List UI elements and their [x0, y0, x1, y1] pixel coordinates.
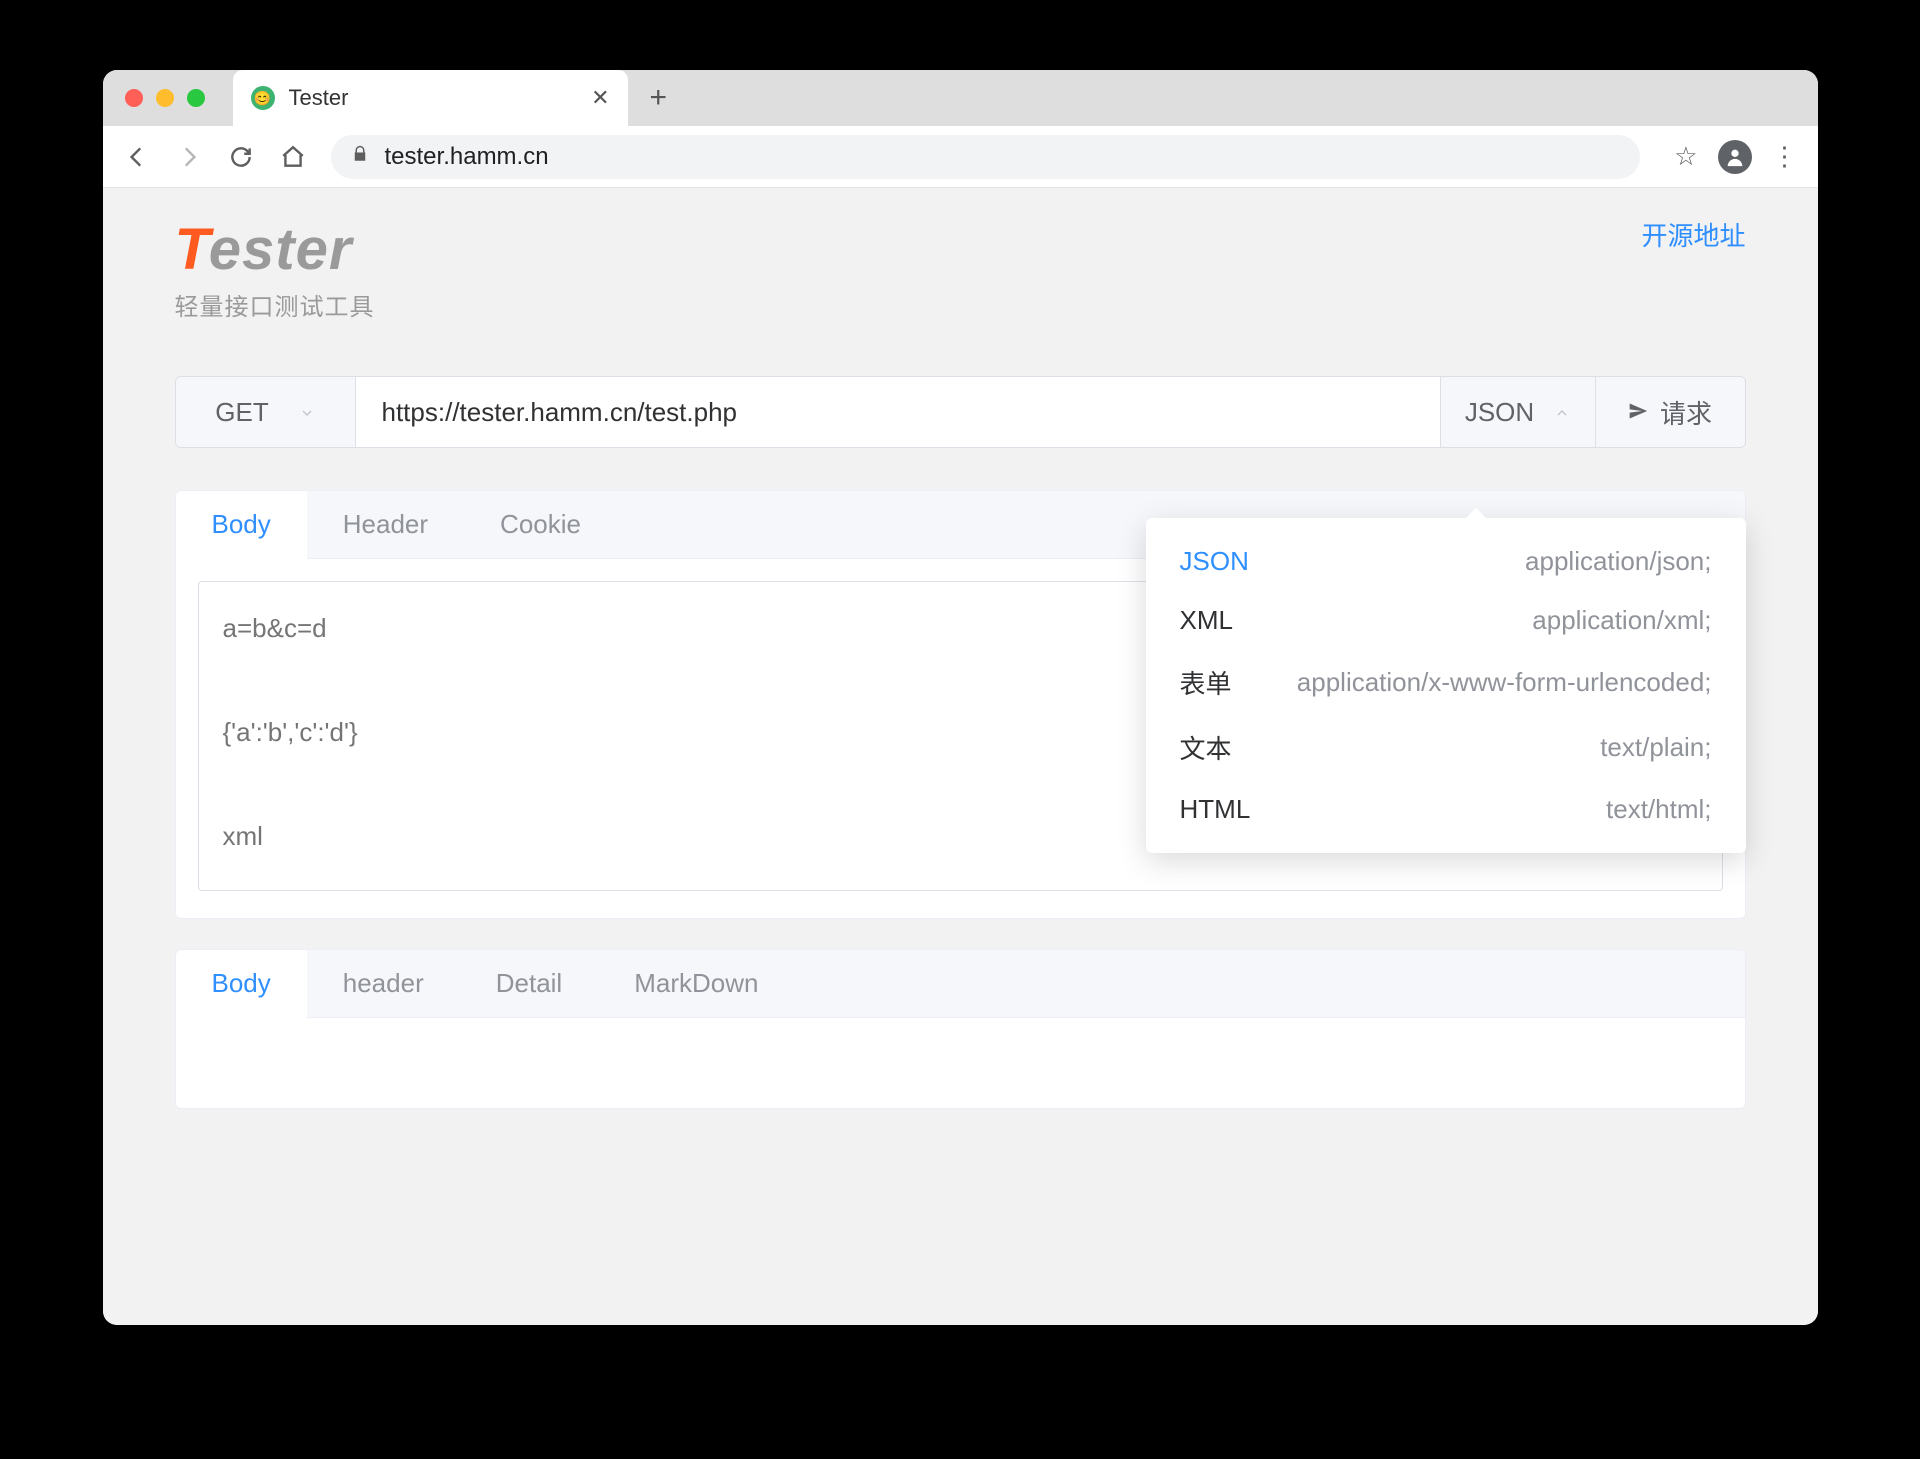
dropdown-item-form[interactable]: 表单 application/x-www-form-urlencoded; [1146, 650, 1746, 715]
send-icon [1628, 397, 1648, 428]
tab-favicon-icon: 😊 [251, 86, 275, 110]
response-tabs: Body header Detail MarkDown [176, 950, 1745, 1018]
logo-rest: ester [209, 217, 353, 282]
forward-button[interactable] [175, 143, 203, 171]
send-label: 请求 [1660, 394, 1712, 431]
back-button[interactable] [123, 143, 151, 171]
new-tab-button[interactable]: + [650, 81, 668, 115]
lock-icon [351, 145, 369, 168]
page-content: Tester 轻量接口测试工具 开源地址 GET JSON [103, 188, 1818, 1325]
send-request-button[interactable]: 请求 [1595, 377, 1745, 447]
browser-window: 😊 Tester ✕ + tester.hamm.cn ☆ [103, 70, 1818, 1325]
address-bar: tester.hamm.cn ☆ ⋮ [103, 126, 1818, 188]
method-select[interactable]: GET [176, 377, 356, 447]
close-window-button[interactable] [125, 89, 143, 107]
tab-cookie[interactable]: Cookie [464, 491, 617, 559]
minimize-window-button[interactable] [156, 89, 174, 107]
app-logo: Tester 轻量接口测试工具 [175, 216, 375, 322]
resp-tab-markdown[interactable]: MarkDown [598, 950, 794, 1018]
resp-tab-detail[interactable]: Detail [460, 950, 598, 1018]
browser-tab[interactable]: 😊 Tester ✕ [233, 70, 628, 126]
content-type-dropdown: JSON application/json; XML application/x… [1146, 518, 1746, 853]
title-bar: 😊 Tester ✕ + [103, 70, 1818, 126]
tab-header[interactable]: Header [307, 491, 464, 559]
logo-subtitle: 轻量接口测试工具 [175, 287, 375, 322]
content-type-select[interactable]: JSON [1440, 377, 1595, 447]
dropdown-item-html[interactable]: HTML text/html; [1146, 780, 1746, 839]
logo-first-letter: T [175, 217, 209, 282]
url-field[interactable]: tester.hamm.cn [331, 135, 1641, 179]
browser-menu-icon[interactable]: ⋮ [1772, 141, 1798, 172]
dropdown-item-text[interactable]: 文本 text/plain; [1146, 715, 1746, 780]
request-url-input[interactable] [356, 377, 1440, 447]
content-type-value: JSON [1465, 397, 1534, 428]
request-bar: GET JSON 请求 [175, 376, 1746, 448]
response-panel: Body header Detail MarkDown [175, 949, 1746, 1109]
chevron-up-icon [1554, 397, 1570, 428]
profile-avatar[interactable] [1718, 140, 1752, 174]
dropdown-item-xml[interactable]: XML application/xml; [1146, 591, 1746, 650]
resp-tab-header[interactable]: header [307, 950, 460, 1018]
method-value: GET [215, 397, 268, 428]
close-tab-icon[interactable]: ✕ [591, 85, 609, 111]
maximize-window-button[interactable] [187, 89, 205, 107]
dropdown-item-json[interactable]: JSON application/json; [1146, 532, 1746, 591]
bookmark-icon[interactable]: ☆ [1674, 141, 1697, 172]
chevron-down-icon [299, 397, 315, 428]
resp-tab-body[interactable]: Body [176, 950, 307, 1018]
source-link[interactable]: 开源地址 [1641, 216, 1745, 253]
tab-body[interactable]: Body [176, 491, 307, 559]
tab-title: Tester [289, 85, 578, 111]
window-controls [125, 89, 205, 107]
home-button[interactable] [279, 143, 307, 171]
reload-button[interactable] [227, 143, 255, 171]
url-text: tester.hamm.cn [385, 143, 549, 171]
